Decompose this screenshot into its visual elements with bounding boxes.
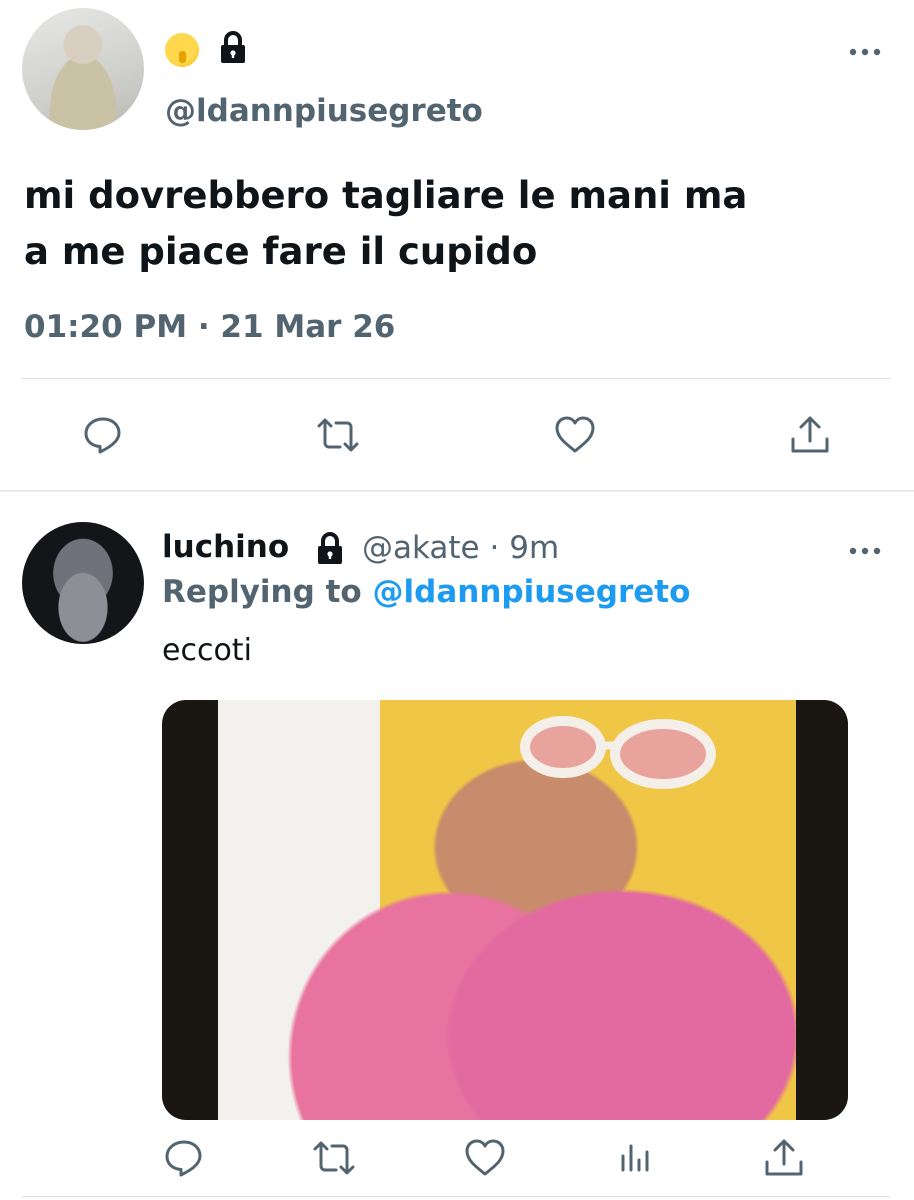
reply-icon[interactable] [81,413,125,457]
author-handle[interactable]: @ldannpiusegreto [165,93,483,129]
reply-author-name[interactable]: luchino [162,529,289,565]
reply-age: 9m [509,530,560,566]
tweet-time: 01:20 PM [24,309,188,345]
author-avatar[interactable] [22,8,144,130]
lock-icon [315,531,345,565]
separator-dot: · [197,309,221,345]
more-options-icon[interactable] [848,42,882,56]
shushing-face-emoji-icon [165,33,199,67]
reply-icon[interactable] [162,1136,206,1180]
reply-text: eccoti [162,633,252,668]
section-separator [0,490,914,492]
analytics-icon[interactable] [613,1136,657,1180]
replying-to-prefix: Replying to [162,574,362,610]
divider [22,378,890,379]
reply-avatar[interactable] [22,522,144,644]
share-icon[interactable] [788,413,832,457]
separator-dot: · [489,530,510,566]
like-icon[interactable] [463,1136,507,1180]
retweet-icon[interactable] [312,1136,356,1180]
tweet-text: mi dovrebbero tagliare le mani ma a me p… [24,168,894,280]
reply-handle-age: @akate · 9m [362,530,559,566]
reply-handle[interactable]: @akate [362,530,480,566]
replying-to-mention[interactable]: @ldannpiusegreto [373,574,691,610]
share-icon[interactable] [762,1136,806,1180]
retweet-icon[interactable] [316,413,360,457]
divider [22,1196,890,1197]
tweet-date: 21 Mar 26 [220,309,396,345]
lock-icon [218,30,248,64]
photo-content [218,700,796,1120]
tweet-text-line: mi dovrebbero tagliare le mani ma [24,174,748,217]
like-icon[interactable] [553,413,597,457]
reply-media-image[interactable] [162,700,848,1120]
sunglasses-graphic [520,716,716,789]
tweet-timestamp[interactable]: 01:20 PM · 21 Mar 26 [24,309,395,345]
more-options-icon[interactable] [848,541,882,555]
replying-to: Replying to @ldannpiusegreto [162,574,690,610]
tweet-text-line: a me piace fare il cupido [24,230,538,273]
